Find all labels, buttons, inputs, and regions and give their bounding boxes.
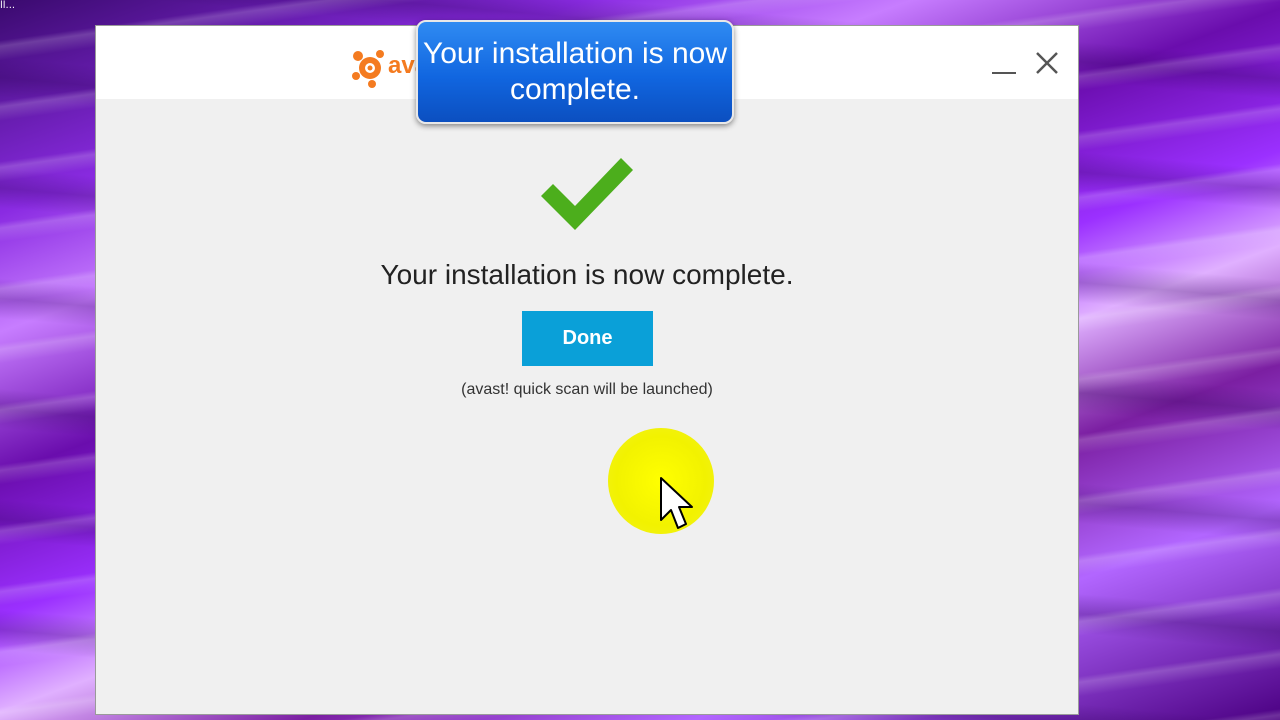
completion-headline: Your installation is now complete. (380, 259, 794, 290)
installer-window: avast! Your installation is now complete… (95, 25, 1079, 715)
quick-scan-note: (avast! quick scan will be launched) (461, 381, 713, 398)
avast-logo-icon (352, 50, 384, 88)
checkmark-icon (541, 158, 633, 230)
content-area: Your installation is now complete. Done … (96, 99, 1078, 714)
close-button[interactable] (1030, 46, 1064, 80)
minimize-button[interactable] (987, 46, 1021, 80)
done-button[interactable]: Done (522, 311, 653, 366)
minimize-icon (992, 72, 1016, 74)
avast-logo: avast! (350, 42, 457, 92)
tutorial-callout: Your installation is now complete. (416, 20, 734, 124)
desktop-corner-label: ll... (0, 0, 16, 11)
mouse-cursor-icon (660, 477, 693, 529)
close-icon (1036, 52, 1058, 74)
